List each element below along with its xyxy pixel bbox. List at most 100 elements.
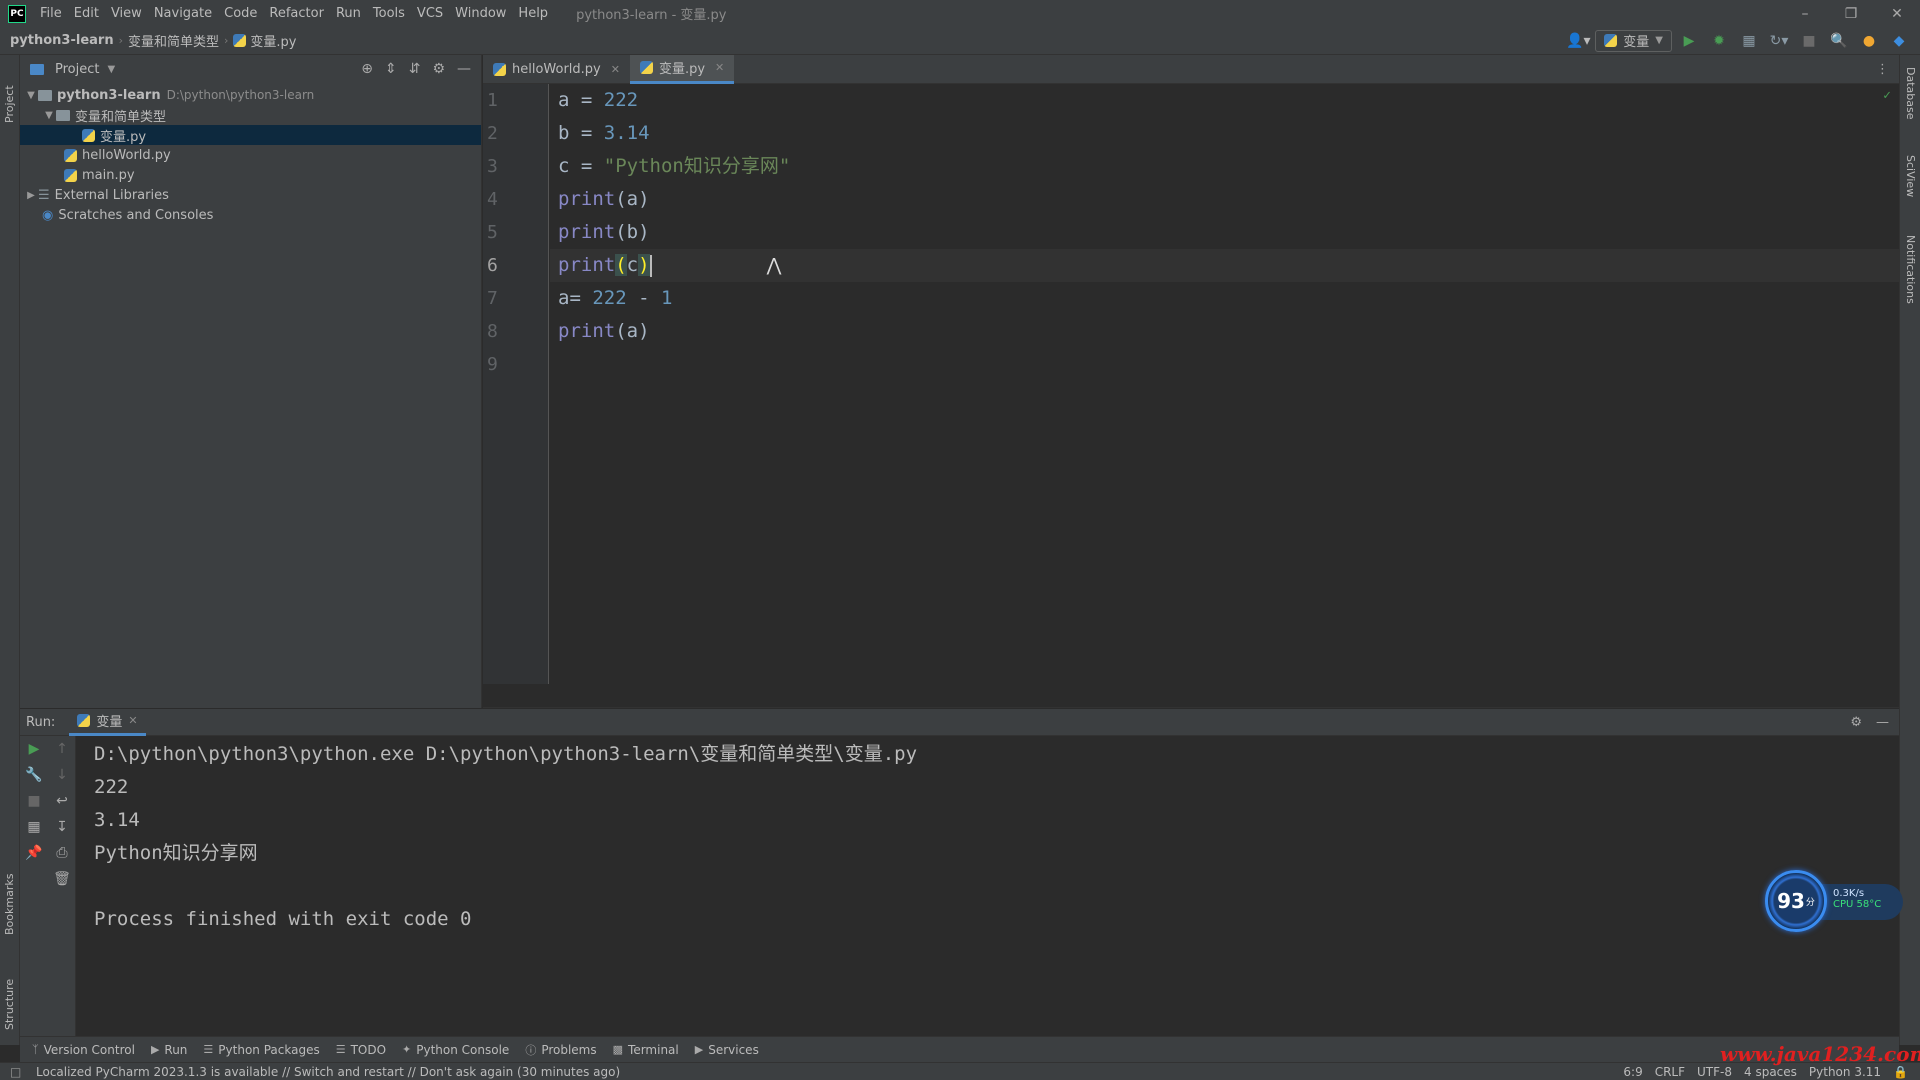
breadcrumb-folder[interactable]: 变量和简单类型 [128, 31, 219, 50]
hide-icon[interactable]: — [457, 61, 471, 77]
more-icon[interactable]: ⋮ [1876, 62, 1889, 77]
tree-item-selected-file[interactable]: 变量.py [20, 125, 481, 145]
search-icon[interactable]: 🔍 [1826, 28, 1852, 54]
project-panel-title[interactable]: Project [55, 62, 99, 77]
update-icon[interactable]: ● [1856, 28, 1882, 54]
menu-run[interactable]: Run [336, 6, 361, 21]
code-line-current[interactable]: print(c) ⋀ [550, 249, 1899, 282]
layout-icon[interactable]: ▦ [20, 814, 48, 840]
account-icon[interactable]: 👤▾ [1565, 28, 1591, 54]
tree-item-file[interactable]: main.py [20, 165, 481, 185]
soft-wrap-icon[interactable]: ↩ [48, 788, 76, 814]
coverage-icon[interactable]: ▦ [1736, 28, 1762, 54]
chevron-down-icon[interactable]: ▼ [107, 64, 115, 75]
tree-item-scratches[interactable]: ◉ Scratches and Consoles [20, 205, 481, 225]
close-tab-icon[interactable]: ✕ [611, 63, 620, 76]
structure-tool-button[interactable]: Structure [3, 960, 16, 1030]
notifications-tool-button[interactable]: Notifications [1904, 235, 1917, 304]
code-editor[interactable]: a = 222 b = 3.14 c = "Python知识分享网" print… [550, 84, 1899, 684]
rerun-icon[interactable]: ▶ [20, 736, 48, 762]
file-encoding[interactable]: UTF-8 [1697, 1065, 1732, 1079]
arrow-up-icon[interactable]: ↑ [48, 736, 76, 762]
bookmarks-tool-button[interactable]: Bookmarks [3, 865, 16, 935]
code-line[interactable]: print(a) [550, 315, 1899, 348]
locate-icon[interactable]: ⊕ [361, 61, 373, 77]
tree-item-file[interactable]: helloWorld.py [20, 145, 481, 165]
python-interpreter[interactable]: Python 3.11 [1809, 1065, 1881, 1079]
run-configuration-select[interactable]: 变量 ▼ [1595, 29, 1672, 52]
python-packages-button[interactable]: ☰ Python Packages [203, 1043, 319, 1057]
menu-code[interactable]: Code [224, 6, 257, 21]
hide-icon[interactable]: — [1876, 715, 1889, 730]
menu-window[interactable]: Window [455, 6, 506, 21]
sciview-tool-button[interactable]: SciView [1904, 155, 1917, 197]
scroll-to-end-icon[interactable]: ↧ [48, 814, 76, 840]
terminal-button[interactable]: ▩ Terminal [613, 1043, 679, 1057]
close-tab-icon[interactable]: ✕ [715, 61, 724, 74]
minimize-icon[interactable]: – [1782, 0, 1828, 27]
project-tool-button[interactable]: Project [3, 63, 16, 123]
trash-icon[interactable]: 🗑 [48, 866, 76, 892]
tab-variables[interactable]: 变量.py ✕ [629, 54, 735, 84]
system-monitor-widget[interactable]: 0.3K/s CPU 58°C 93 分 [1765, 870, 1905, 934]
run-console-output[interactable]: D:\python\python3\python.exe D:\python\p… [77, 736, 1899, 1036]
collapse-all-icon[interactable]: ⇵ [409, 61, 421, 77]
gear-icon[interactable]: ⚙ [432, 61, 445, 77]
tree-item-root[interactable]: ▼ python3-learn D:\python\python3-learn [20, 85, 481, 105]
layout-toggle-icon[interactable]: □ [10, 1065, 21, 1079]
expand-all-icon[interactable]: ⇕ [385, 61, 397, 77]
editor-horizontal-scrollbar[interactable] [483, 684, 1899, 708]
tab-helloworld[interactable]: helloWorld.py ✕ [483, 55, 630, 84]
version-control-button[interactable]: ᛉ Version Control [32, 1043, 135, 1057]
arrow-down-icon[interactable]: ↓ [48, 762, 76, 788]
problems-button[interactable]: ⓘ Problems [525, 1042, 596, 1058]
stop-icon[interactable]: ■ [1796, 28, 1822, 54]
menu-view[interactable]: View [111, 6, 142, 21]
chevron-down-icon[interactable]: ▼ [24, 90, 38, 101]
code-line[interactable] [550, 348, 1899, 381]
tree-item-external-libraries[interactable]: ▶ ☰ External Libraries [20, 185, 481, 205]
code-line[interactable]: print(a) [550, 183, 1899, 216]
debug-icon[interactable]: ✹ [1706, 28, 1732, 54]
close-tab-icon[interactable]: ✕ [128, 714, 137, 727]
menu-file[interactable]: File [40, 6, 62, 21]
inspection-ok-icon[interactable]: ✓ [1883, 88, 1891, 103]
menu-edit[interactable]: Edit [74, 6, 99, 21]
todo-button[interactable]: ☰ TODO [336, 1043, 386, 1057]
chevron-right-icon[interactable]: ▶ [24, 190, 38, 201]
breadcrumb-file[interactable]: 变量.py [250, 31, 296, 50]
profile-icon[interactable]: ↻▾ [1766, 28, 1792, 54]
menu-help[interactable]: Help [518, 6, 548, 21]
run-tab[interactable]: 变量 ✕ [69, 709, 146, 736]
print-icon[interactable]: ⎙ [48, 840, 76, 866]
status-message[interactable]: Localized PyCharm 2023.1.3 is available … [36, 1065, 620, 1079]
jetbrains-icon[interactable]: ◆ [1886, 28, 1912, 54]
line-separator[interactable]: CRLF [1655, 1065, 1685, 1079]
lock-icon[interactable]: 🔒 [1893, 1065, 1908, 1079]
code-line[interactable]: a = 222 [550, 84, 1899, 117]
pin-icon[interactable]: 📌 [20, 840, 48, 866]
indent-setting[interactable]: 4 spaces [1744, 1065, 1797, 1079]
run-button[interactable]: ▶ Run [151, 1043, 187, 1057]
run-icon[interactable]: ▶ [1676, 28, 1702, 54]
menu-refactor[interactable]: Refactor [269, 6, 324, 21]
menu-tools[interactable]: Tools [373, 6, 405, 21]
chevron-down-icon[interactable]: ▼ [42, 110, 56, 121]
menu-vcs[interactable]: VCS [417, 6, 443, 21]
wrench-icon[interactable]: 🔧 [20, 762, 48, 788]
close-icon[interactable]: ✕ [1874, 0, 1920, 27]
caret-position[interactable]: 6:9 [1623, 1065, 1642, 1079]
code-line[interactable]: print(b) [550, 216, 1899, 249]
gear-icon[interactable]: ⚙ [1850, 715, 1862, 730]
tree-item-folder[interactable]: ▼ 变量和简单类型 [20, 105, 481, 125]
breadcrumb-project[interactable]: python3-learn [10, 33, 114, 48]
code-line[interactable]: a= 222 - 1 [550, 282, 1899, 315]
database-tool-button[interactable]: Database [1904, 67, 1917, 120]
code-line[interactable]: b = 3.14 [550, 117, 1899, 150]
services-button[interactable]: ▶ Services [695, 1043, 759, 1057]
code-line[interactable]: c = "Python知识分享网" [550, 150, 1899, 183]
restore-icon[interactable]: ❐ [1828, 0, 1874, 27]
stop-icon[interactable]: ■ [20, 788, 48, 814]
python-console-button[interactable]: ✦ Python Console [402, 1043, 509, 1057]
menu-navigate[interactable]: Navigate [154, 6, 212, 21]
